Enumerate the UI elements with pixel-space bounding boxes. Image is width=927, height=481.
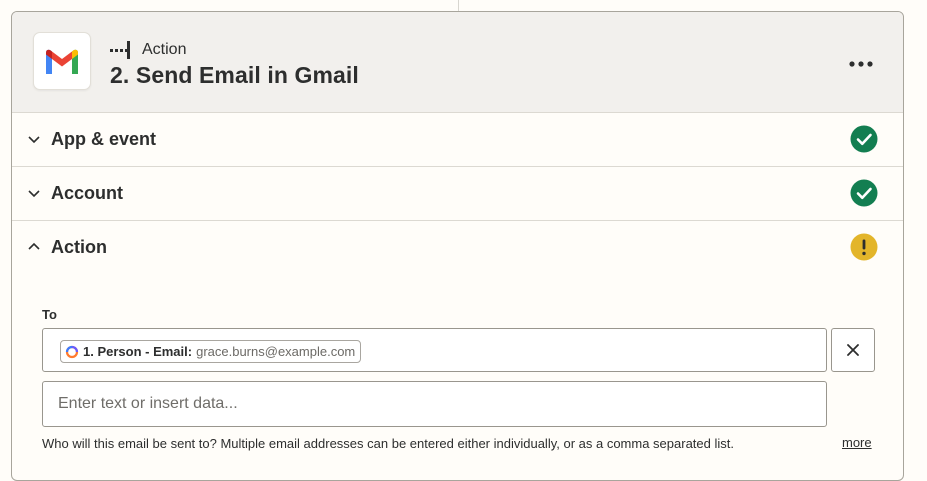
to-field-label: To (42, 307, 57, 322)
step-panel: Action 2. Send Email in Gmail App & even… (11, 11, 904, 481)
chevron-up-icon (28, 242, 40, 250)
step-title: 2. Send Email in Gmail (110, 62, 359, 88)
more-link[interactable]: more (842, 435, 872, 450)
action-step-icon (110, 40, 132, 60)
token-label: 1. Person - Email: (83, 344, 193, 359)
check-circle-icon (850, 125, 878, 153)
clear-field-button[interactable] (831, 328, 875, 372)
close-icon (847, 344, 859, 356)
section-label: Action (51, 237, 107, 257)
section-account[interactable]: Account (12, 167, 903, 221)
to-field[interactable]: 1. Person - Email: grace.burns@example.c… (42, 328, 827, 372)
token-value: grace.burns@example.com (196, 344, 356, 359)
section-action[interactable]: Action (12, 221, 903, 274)
more-horizontal-icon (849, 61, 873, 67)
to-field-help-text: Who will this email be sent to? Multiple… (42, 436, 734, 451)
chevron-down-icon (28, 136, 40, 144)
section-label: App & event (51, 129, 157, 149)
check-circle-icon (850, 179, 878, 207)
step-header: Action 2. Send Email in Gmail (12, 12, 903, 113)
section-label: Account (51, 183, 123, 203)
warning-icon (850, 233, 878, 261)
gmail-logo (33, 32, 91, 90)
canvas-divider (458, 0, 459, 11)
step-type-label: Action (142, 41, 187, 58)
step-1-icon (65, 345, 79, 358)
section-app-event[interactable]: App & event (12, 113, 903, 167)
data-token[interactable]: 1. Person - Email: grace.burns@example.c… (60, 340, 362, 363)
step-type: Action (110, 40, 186, 60)
to-text-input[interactable] (42, 381, 827, 427)
more-options-button[interactable] (843, 52, 879, 76)
chevron-down-icon (28, 190, 40, 198)
